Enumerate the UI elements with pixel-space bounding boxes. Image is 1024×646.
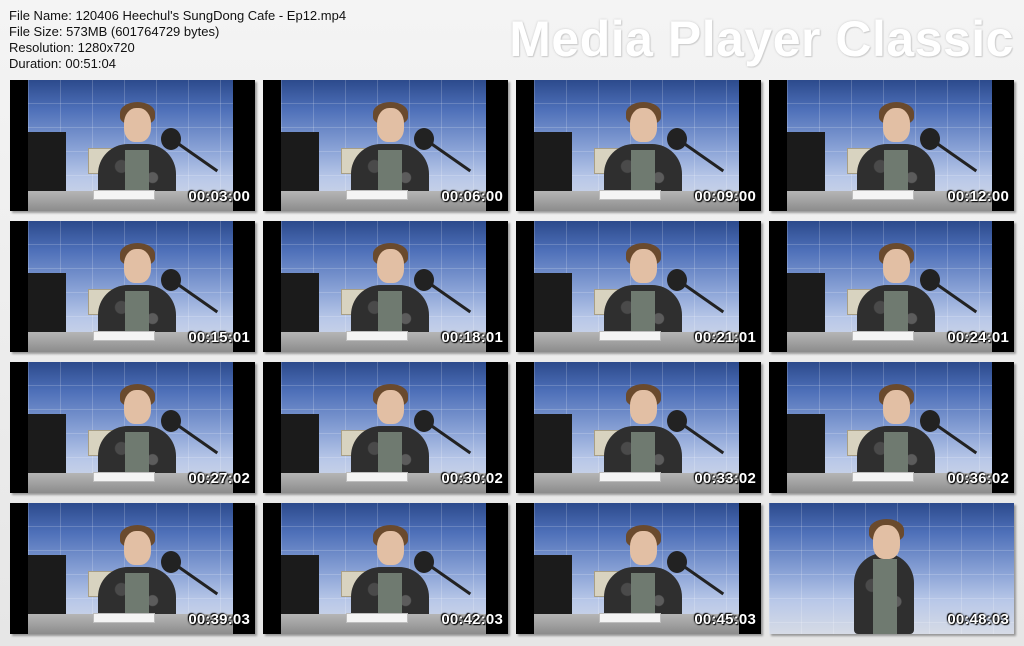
monitor-shape xyxy=(28,555,66,615)
monitor-shape xyxy=(281,414,319,474)
microphone-icon xyxy=(667,410,687,432)
paper-shape xyxy=(346,331,408,341)
microphone-icon xyxy=(667,128,687,150)
video-thumbnail: 00:39:03 xyxy=(10,503,255,634)
video-thumbnail: 00:45:03 xyxy=(516,503,761,634)
microphone-icon xyxy=(161,410,181,432)
video-thumbnail: 00:18:01 xyxy=(263,221,508,352)
video-thumbnail: 00:24:01 xyxy=(769,221,1014,352)
video-thumbnail: 00:03:00 xyxy=(10,80,255,211)
paper-shape xyxy=(93,190,155,200)
thumbnail-timestamp: 00:03:00 xyxy=(188,188,250,205)
video-thumbnail: 00:06:00 xyxy=(263,80,508,211)
monitor-shape xyxy=(534,555,572,615)
microphone-icon xyxy=(161,551,181,573)
paper-shape xyxy=(852,472,914,482)
microphone-icon xyxy=(414,269,434,291)
monitor-shape xyxy=(534,414,572,474)
paper-shape xyxy=(93,472,155,482)
video-thumbnail: 00:42:03 xyxy=(263,503,508,634)
video-thumbnail: 00:09:00 xyxy=(516,80,761,211)
monitor-shape xyxy=(281,132,319,192)
thumbnail-timestamp: 00:27:02 xyxy=(188,470,250,487)
thumbnail-timestamp: 00:15:01 xyxy=(188,329,250,346)
microphone-icon xyxy=(920,269,940,291)
file-name-text: File Name: 120406 Heechul's SungDong Caf… xyxy=(9,8,347,23)
thumbnail-timestamp: 00:21:01 xyxy=(694,329,756,346)
file-size-text: File Size: 573MB (601764729 bytes) xyxy=(9,24,220,39)
thumbnail-timestamp: 00:45:03 xyxy=(694,611,756,628)
paper-shape xyxy=(346,472,408,482)
video-thumbnail: 00:21:01 xyxy=(516,221,761,352)
microphone-icon xyxy=(414,551,434,573)
paper-shape xyxy=(852,190,914,200)
paper-shape xyxy=(599,331,661,341)
thumbnail-timestamp: 00:39:03 xyxy=(188,611,250,628)
microphone-icon xyxy=(161,128,181,150)
thumbnail-timestamp: 00:48:03 xyxy=(947,611,1009,628)
video-thumbnail: 00:15:01 xyxy=(10,221,255,352)
microphone-icon xyxy=(414,410,434,432)
video-thumbnail: 00:30:02 xyxy=(263,362,508,493)
paper-shape xyxy=(93,331,155,341)
microphone-icon xyxy=(414,128,434,150)
paper-shape xyxy=(599,472,661,482)
monitor-shape xyxy=(787,132,825,192)
video-thumbnail: 00:36:02 xyxy=(769,362,1014,493)
microphone-icon xyxy=(920,410,940,432)
video-thumbnail: 00:33:02 xyxy=(516,362,761,493)
microphone-icon xyxy=(920,128,940,150)
monitor-shape xyxy=(534,132,572,192)
thumbnail-timestamp: 00:09:00 xyxy=(694,188,756,205)
paper-shape xyxy=(346,190,408,200)
microphone-icon xyxy=(667,551,687,573)
thumbnail-grid: 00:03:00 00:06:00 00:09:00 00:12:00 00:1… xyxy=(10,80,1014,634)
monitor-shape xyxy=(28,132,66,192)
monitor-shape xyxy=(281,273,319,333)
paper-shape xyxy=(599,613,661,623)
thumbnail-timestamp: 00:12:00 xyxy=(947,188,1009,205)
thumbnail-timestamp: 00:24:01 xyxy=(947,329,1009,346)
thumbnail-timestamp: 00:33:02 xyxy=(694,470,756,487)
monitor-shape xyxy=(281,555,319,615)
microphone-icon xyxy=(161,269,181,291)
video-thumbnail: 00:27:02 xyxy=(10,362,255,493)
paper-shape xyxy=(852,331,914,341)
video-thumbnail: 00:48:03 xyxy=(769,503,1014,634)
paper-shape xyxy=(93,613,155,623)
monitor-shape xyxy=(28,414,66,474)
file-info-panel: File Name: 120406 Heechul's SungDong Caf… xyxy=(9,8,346,72)
thumbnail-timestamp: 00:06:00 xyxy=(441,188,503,205)
thumbnail-timestamp: 00:30:02 xyxy=(441,470,503,487)
monitor-shape xyxy=(28,273,66,333)
video-thumbnail: 00:12:00 xyxy=(769,80,1014,211)
monitor-shape xyxy=(534,273,572,333)
duration-text: Duration: 00:51:04 xyxy=(9,56,116,71)
thumbnail-timestamp: 00:42:03 xyxy=(441,611,503,628)
paper-shape xyxy=(346,613,408,623)
brand-watermark: Media Player Classic xyxy=(509,11,1014,67)
thumbnail-timestamp: 00:18:01 xyxy=(441,329,503,346)
monitor-shape xyxy=(787,414,825,474)
resolution-text: Resolution: 1280x720 xyxy=(9,40,135,55)
monitor-shape xyxy=(787,273,825,333)
thumbnail-timestamp: 00:36:02 xyxy=(947,470,1009,487)
paper-shape xyxy=(599,190,661,200)
microphone-icon xyxy=(667,269,687,291)
